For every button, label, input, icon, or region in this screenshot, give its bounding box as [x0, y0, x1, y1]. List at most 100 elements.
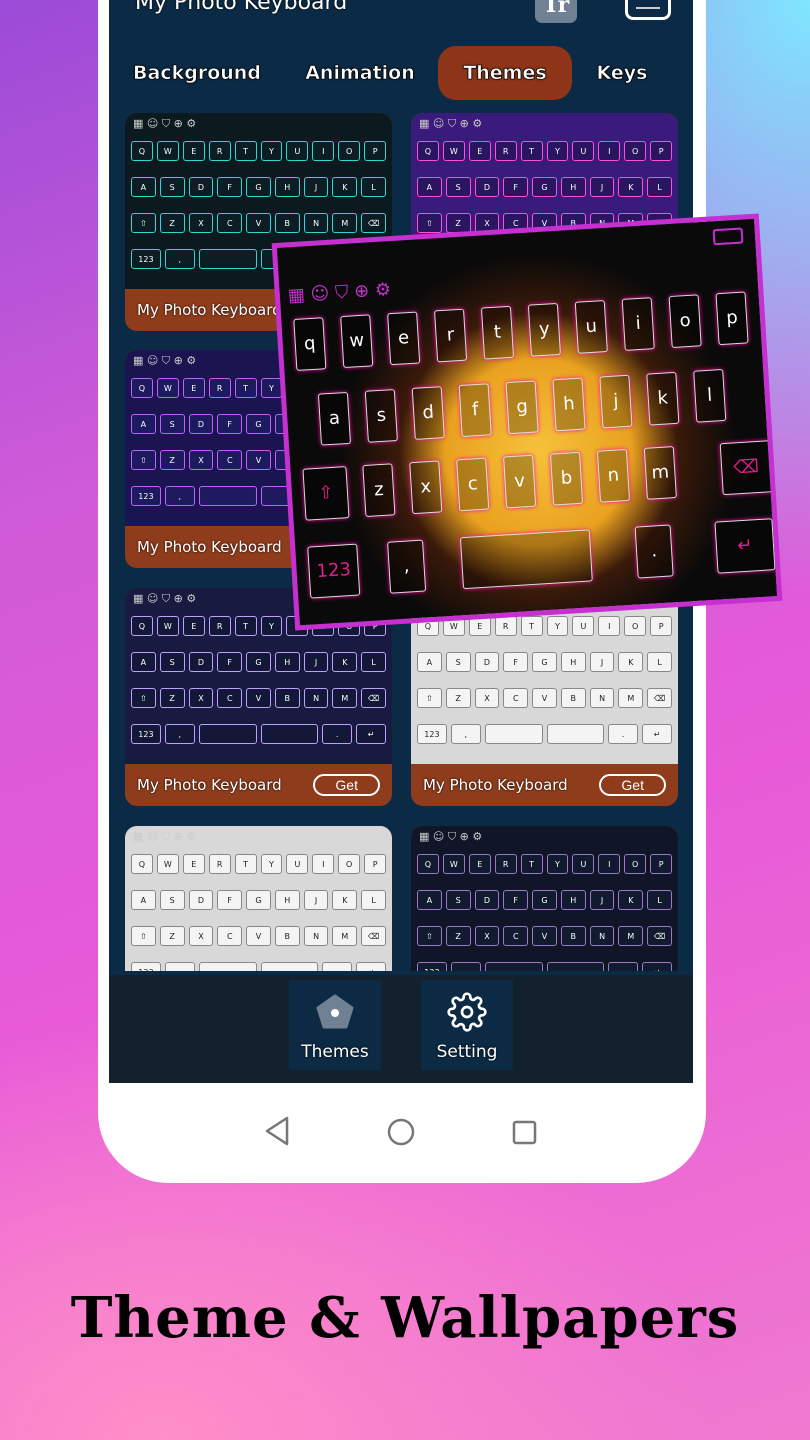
font-size-icon[interactable]: Tr — [535, 0, 577, 23]
key: t — [480, 305, 515, 360]
key: W — [156, 141, 179, 161]
home-icon[interactable] — [386, 1117, 416, 1147]
key: E — [182, 854, 205, 874]
key: R — [208, 141, 231, 161]
key: 123 — [131, 486, 161, 506]
recents-icon[interactable] — [511, 1119, 539, 1147]
card-footer: My Photo Keyboard Get — [411, 764, 678, 806]
key: v — [503, 454, 537, 509]
key: F — [217, 414, 243, 434]
key: H — [560, 652, 586, 672]
key: . — [322, 962, 353, 971]
key: L — [647, 652, 673, 672]
key: K — [332, 652, 358, 672]
theme-card[interactable]: ▦ ☺ ⛉ ⊕ ⚙ QWERTYUIOP ASDFGHJKL ⇧ZXCVBNM⌫ 123… — [125, 826, 392, 971]
key: K — [618, 652, 644, 672]
key: f — [458, 383, 492, 438]
key: ↵ — [714, 518, 776, 574]
key: U — [572, 141, 595, 161]
key: V — [246, 926, 271, 946]
key: Z — [445, 688, 471, 708]
tab-background[interactable]: Background — [127, 46, 267, 100]
key: A — [131, 652, 156, 672]
key: B — [274, 926, 300, 946]
key: 123 — [307, 543, 361, 599]
menu-icon[interactable] — [625, 0, 671, 20]
key: T — [234, 378, 257, 398]
key: Q — [417, 854, 439, 874]
toolbar-icons: ▦ ☺ ⛉ ⊕ ⚙ — [419, 830, 483, 843]
key: M — [618, 926, 644, 946]
key: V — [532, 926, 557, 946]
key: s — [364, 389, 398, 443]
key: T — [234, 854, 257, 874]
key: W — [156, 378, 179, 398]
card-footer: My Photo Keyboard Get — [125, 764, 392, 806]
key: ⌫ — [361, 688, 387, 708]
key: ⇧ — [417, 926, 442, 946]
key: ↵ — [356, 724, 386, 744]
key: R — [208, 854, 231, 874]
key: I — [598, 854, 621, 874]
key: G — [532, 890, 557, 910]
key: P — [650, 854, 673, 874]
key: M — [618, 688, 644, 708]
key: S — [445, 177, 471, 197]
key: K — [618, 177, 644, 197]
key: Z — [159, 213, 185, 233]
key: ⇧ — [417, 688, 442, 708]
key: ⌫ — [361, 926, 387, 946]
key: ⇧ — [131, 688, 156, 708]
key: D — [188, 177, 214, 197]
key: P — [650, 141, 673, 161]
nav-setting[interactable]: Setting — [421, 980, 513, 1070]
key: Q — [131, 616, 153, 636]
get-button[interactable]: Get — [599, 774, 666, 796]
theme-card[interactable]: ▦ ☺ ⛉ ⊕ ⚙ QWERTYUIOP ASDFGHJKL ⇧ZXCVBNM⌫ 123… — [411, 826, 678, 971]
get-button[interactable]: Get — [313, 774, 380, 796]
key: D — [188, 652, 214, 672]
key: c — [456, 457, 490, 512]
tab-keys[interactable]: Keys — [587, 46, 657, 100]
key: Q — [131, 378, 153, 398]
tab-animation[interactable]: Animation — [297, 46, 423, 100]
key: Z — [445, 926, 471, 946]
key: , — [164, 962, 195, 971]
key: F — [503, 652, 529, 672]
key: O — [624, 616, 647, 636]
gear-icon — [447, 992, 487, 1032]
tab-themes[interactable]: Themes — [438, 46, 572, 100]
nav-themes[interactable]: Themes — [289, 980, 381, 1070]
key: F — [217, 890, 243, 910]
toolbar-icons: ▦ ☺ ⛉ ⊕ ⚙ — [133, 354, 197, 367]
key: T — [234, 616, 257, 636]
key: ⇧ — [302, 466, 350, 521]
key: ⇧ — [417, 213, 442, 233]
key: O — [338, 141, 361, 161]
key: J — [589, 890, 615, 910]
key: X — [474, 688, 500, 708]
key: S — [159, 890, 185, 910]
key: x — [409, 460, 443, 515]
key: . — [634, 524, 674, 579]
key: E — [468, 141, 491, 161]
key: C — [217, 688, 243, 708]
key: J — [303, 177, 329, 197]
key: X — [188, 450, 214, 470]
key: 123 — [417, 962, 447, 971]
key: W — [156, 616, 179, 636]
key: , — [164, 249, 195, 269]
key: A — [131, 177, 156, 197]
key: A — [131, 414, 156, 434]
key: T — [520, 854, 543, 874]
key — [546, 724, 605, 744]
key: B — [274, 688, 300, 708]
key — [260, 724, 319, 744]
back-icon[interactable] — [263, 1115, 293, 1147]
toolbar-icons: ▦ ☺ ⛉ ⊕ ⚙ — [133, 592, 197, 605]
key: . — [608, 724, 639, 744]
key: , — [450, 724, 481, 744]
promo-caption: Theme & Wallpapers — [70, 1285, 740, 1351]
key: O — [624, 141, 647, 161]
key: V — [246, 450, 271, 470]
